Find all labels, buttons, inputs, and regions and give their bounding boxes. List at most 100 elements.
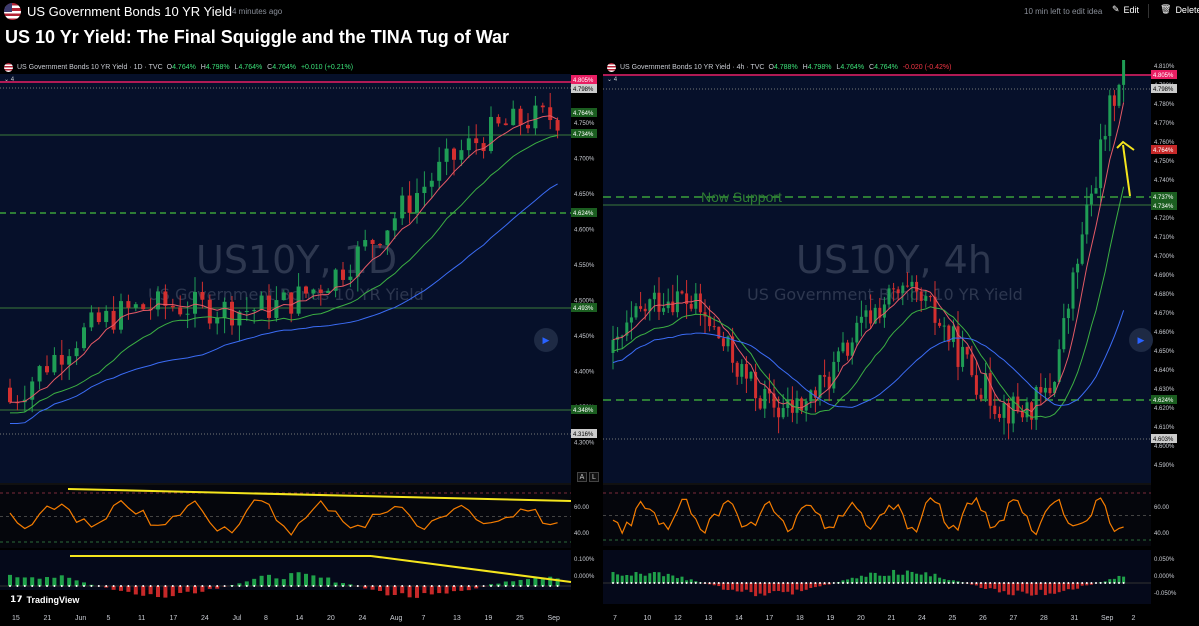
candle-body (1080, 234, 1084, 264)
macd-histogram-bar (721, 583, 725, 590)
candle-body (675, 291, 679, 313)
macd-signal-dot (371, 585, 374, 587)
candle-body (215, 317, 220, 324)
candle-body (1103, 136, 1107, 140)
macd-signal-dot (653, 582, 656, 584)
rsi-pane-bg (603, 485, 1151, 546)
macd-signal-dot (998, 582, 1001, 584)
candle-body (721, 338, 725, 347)
macd-signal-dot (1099, 582, 1102, 584)
macd-histogram-bar (259, 575, 264, 586)
ohlc-change: -0.020 (-0.42%) (902, 63, 952, 71)
time-axis-label: 28 (1040, 615, 1048, 622)
indicators-toggle[interactable]: ⌄ 4 (4, 76, 14, 83)
macd-histogram-bar (892, 569, 896, 583)
macd-histogram-bar (887, 575, 891, 583)
price-tag: 4.764% (571, 108, 597, 117)
candle-body (540, 105, 545, 108)
indicator-count: 4 (10, 77, 15, 83)
price-axis-tick: 4.770% (1154, 121, 1175, 127)
macd-signal-dot (754, 582, 757, 584)
macd-signal-dot (16, 585, 19, 587)
candle-body (1048, 387, 1052, 394)
macd-signal-dot (1090, 582, 1093, 584)
edit-button[interactable]: ✎ Edit (1112, 4, 1139, 15)
left-chart-canvas[interactable]: US10Y, 1DUS Government Bonds 10 YR Yield… (0, 60, 600, 626)
macd-histogram-bar (629, 575, 633, 583)
macd-signal-dot (149, 585, 152, 587)
trash-icon: 🗑 (1160, 4, 1172, 14)
macd-histogram-bar (1020, 583, 1024, 592)
candle-body (52, 354, 57, 373)
macd-signal-dot (319, 585, 322, 587)
time-ago: 4 minutes ago (232, 7, 283, 16)
rsi-axis-tick: 60.00 (1154, 505, 1170, 511)
time-axis-label: Jun (75, 615, 86, 622)
macd-signal-dot (179, 585, 182, 587)
macd-histogram-bar (1016, 583, 1020, 591)
log-scale-button[interactable]: L (589, 472, 599, 482)
macd-signal-dot (814, 582, 817, 584)
candle-body (657, 292, 661, 312)
macd-histogram-bar (662, 576, 666, 583)
macd-histogram-bar (318, 577, 323, 586)
candle-body (869, 310, 873, 324)
candle-body (846, 342, 850, 356)
macd-signal-dot (671, 582, 674, 584)
chart-header-text[interactable]: US Government Bonds 10 YR Yield · 1D · T… (17, 64, 163, 71)
price-tag: 4.805% (571, 75, 597, 84)
macd-histogram-bar (274, 578, 279, 586)
macd-signal-dot (832, 582, 835, 584)
chart-header-text[interactable]: US Government Bonds 10 YR Yield · 4h · T… (620, 64, 764, 71)
time-axis-label: 24 (918, 615, 926, 622)
candle-body (836, 351, 840, 362)
candle-body (979, 394, 983, 399)
macd-signal-dot (282, 585, 285, 587)
macd-signal-dot (782, 582, 785, 584)
play-button[interactable]: ▶ (534, 328, 558, 352)
candle-body (348, 276, 353, 280)
macd-signal-dot (208, 585, 211, 587)
macd-signal-dot (920, 582, 923, 584)
symbol-name[interactable]: US Government Bonds 10 YR Yield (27, 4, 232, 19)
tradingview-logo[interactable]: 𝟭𝟳 TradingView (10, 594, 79, 605)
ohlc-high: 4.798% (205, 63, 230, 71)
macd-histogram-bar (772, 583, 776, 592)
ohlc-low: 4.764% (238, 63, 263, 71)
macd-histogram-bar (422, 586, 427, 594)
price-axis-tick: 4.700% (574, 157, 595, 163)
macd-signal-dot (201, 585, 204, 587)
macd-signal-dot (736, 582, 739, 584)
macd-histogram-bar (800, 583, 804, 592)
indicators-toggle[interactable]: ⌄ 4 (607, 76, 617, 83)
macd-signal-dot (408, 585, 411, 587)
macd-signal-dot (952, 582, 955, 584)
macd-signal-dot (127, 585, 130, 587)
time-axis-label: Aug (390, 615, 403, 622)
right-chart-canvas[interactable]: US10Y, 4h US Government Bonds 10 YR Yield… (603, 60, 1199, 626)
auto-scale-button[interactable]: A (577, 472, 587, 482)
macd-histogram-bar (133, 586, 138, 595)
macd-signal-dot (453, 585, 455, 587)
macd-histogram-bar (533, 577, 538, 586)
macd-signal-dot (305, 585, 307, 587)
left-chart-panel[interactable]: US Government Bonds 10 YR Yield · 1D · T… (0, 60, 600, 626)
macd-signal-dot (897, 582, 900, 584)
play-button[interactable]: ▶ (1129, 328, 1153, 352)
top-bar: US Government Bonds 10 YR Yield 4 minute… (0, 0, 1199, 24)
price-axis-tick: 4.720% (1154, 216, 1175, 222)
time-axis-label: 8 (264, 615, 268, 622)
price-tag-text: 4.764% (1153, 148, 1174, 154)
candle-body (882, 304, 886, 318)
price-axis-tick: 4.450% (574, 334, 595, 340)
candle-body (496, 116, 501, 124)
delete-button[interactable]: 🗑 Delete (1160, 4, 1199, 15)
macd-signal-dot (260, 585, 263, 587)
macd-signal-dot (1003, 582, 1005, 584)
price-axis-tick: 4.400% (574, 370, 595, 376)
price-axis-tick: 4.700% (1154, 254, 1175, 260)
candle-body (662, 308, 666, 312)
right-chart-panel[interactable]: US Government Bonds 10 YR Yield · 4h · T… (603, 60, 1199, 626)
macd-signal-dot (644, 582, 647, 584)
candle-body (997, 414, 1001, 418)
